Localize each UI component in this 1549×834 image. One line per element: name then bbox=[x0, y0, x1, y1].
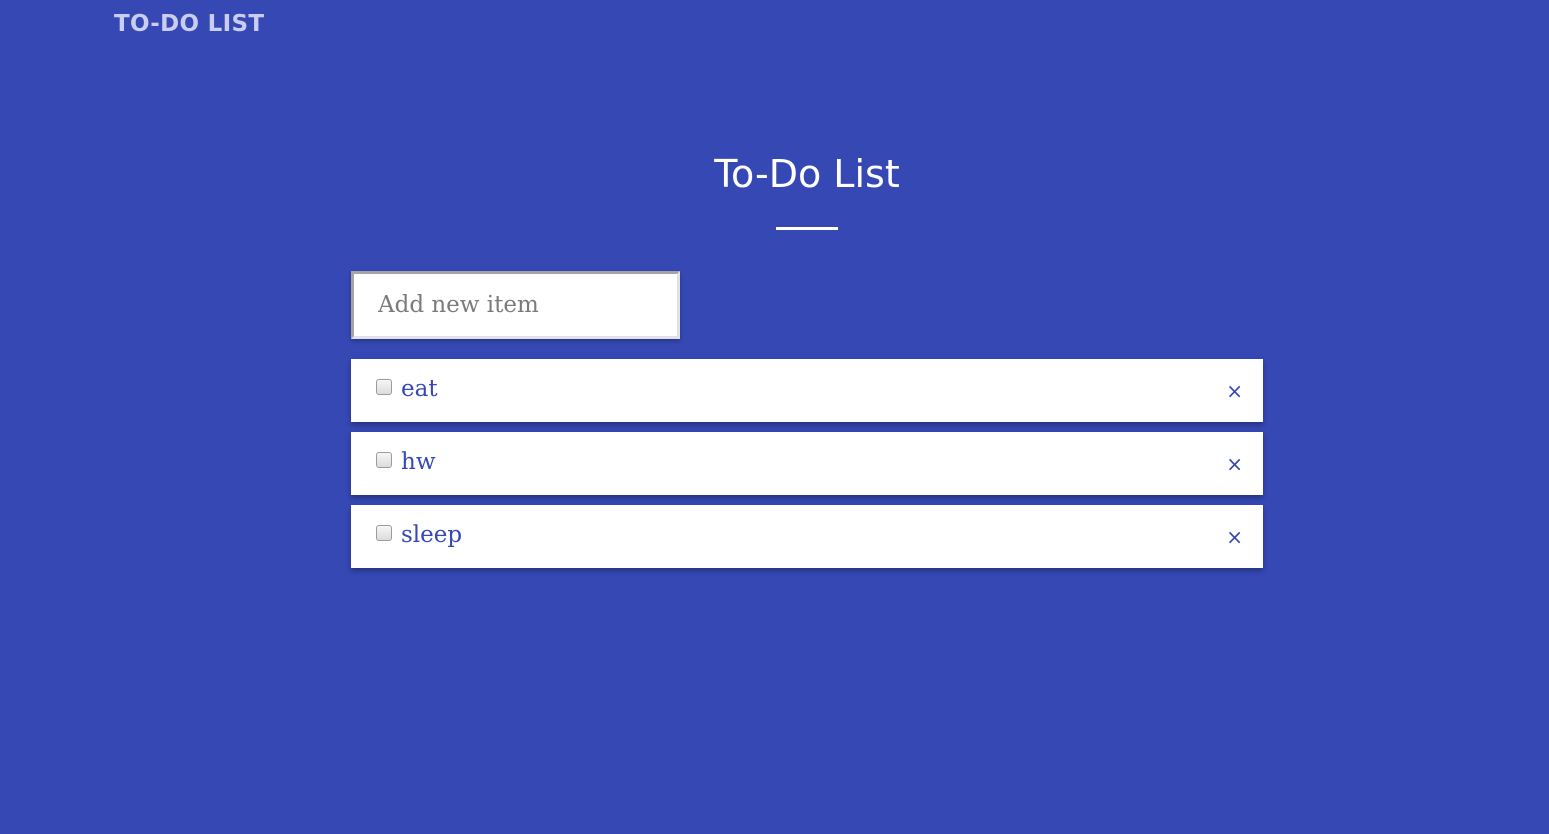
delete-icon[interactable]: × bbox=[1226, 377, 1243, 405]
todo-item-label: eat bbox=[401, 376, 438, 402]
new-item-input[interactable] bbox=[351, 271, 680, 339]
todo-checkbox[interactable] bbox=[376, 379, 392, 395]
delete-icon[interactable]: × bbox=[1226, 523, 1243, 551]
todo-item: sleep × bbox=[351, 505, 1263, 568]
todo-item: hw × bbox=[351, 432, 1263, 495]
brand-logo[interactable]: TO-DO LIST bbox=[114, 9, 264, 39]
title-divider bbox=[776, 227, 838, 230]
todo-item-label: hw bbox=[401, 449, 436, 475]
page-title: To-Do List bbox=[714, 152, 900, 196]
todo-checkbox[interactable] bbox=[376, 452, 392, 468]
todo-list: eat × hw × sleep × bbox=[351, 359, 1263, 578]
todo-item: eat × bbox=[351, 359, 1263, 422]
delete-icon[interactable]: × bbox=[1226, 450, 1243, 478]
todo-item-label: sleep bbox=[401, 522, 463, 548]
todo-checkbox[interactable] bbox=[376, 525, 392, 541]
